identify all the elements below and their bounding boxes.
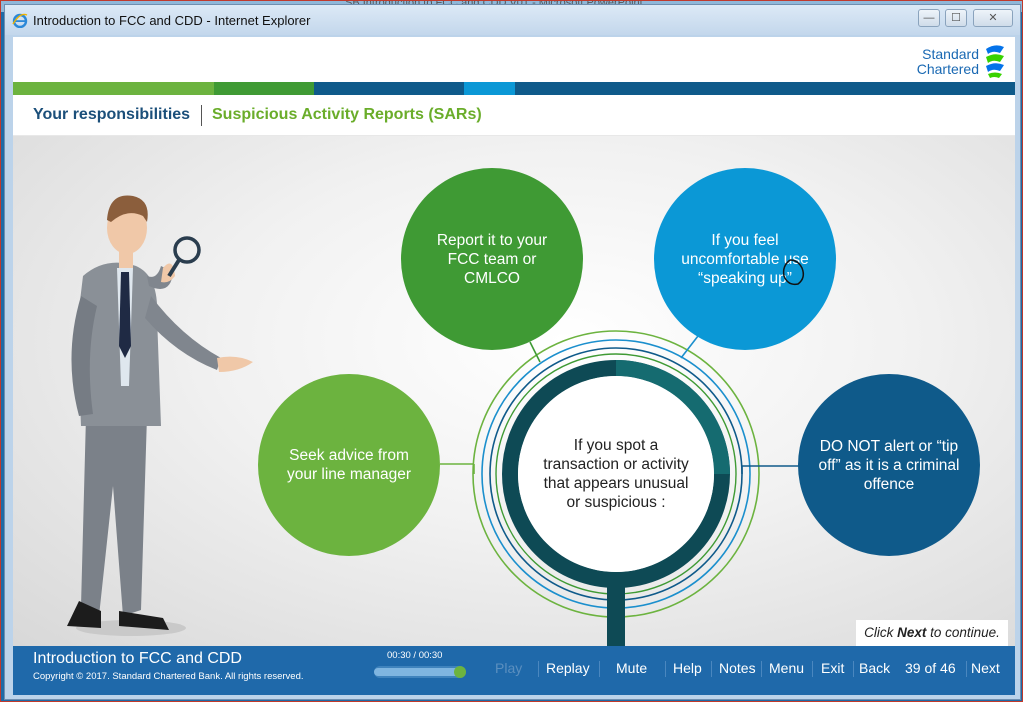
continue-prefix: Click xyxy=(864,625,898,640)
cursor-scribble-icon xyxy=(782,259,805,286)
window-title: Introduction to FCC and CDD - Internet E… xyxy=(33,13,311,28)
report-to-fcc-circle: Report it to your FCC team or CMLCO xyxy=(401,168,583,350)
course-title: Introduction to FCC and CDD xyxy=(33,650,242,667)
standard-chartered-logo-icon xyxy=(986,45,1004,78)
separator xyxy=(665,661,666,677)
separator xyxy=(761,661,762,677)
progress-knob[interactable] xyxy=(454,666,466,678)
progress-bar[interactable] xyxy=(374,666,466,678)
internet-explorer-icon xyxy=(12,13,28,28)
title-bar: Introduction to FCC and CDD - Internet E… xyxy=(5,5,1020,35)
logo-line-1: Standard xyxy=(922,46,979,62)
replay-button[interactable]: Replay xyxy=(546,660,590,676)
header-stripe-navy-right xyxy=(515,82,1015,95)
separator xyxy=(853,661,854,677)
businessman-illustration xyxy=(67,195,253,636)
center-prompt-text: If you spot a transaction or activity th… xyxy=(543,437,689,511)
progress-fill xyxy=(374,668,460,676)
menu-button[interactable]: Menu xyxy=(769,660,804,676)
separator xyxy=(599,661,600,677)
player-footer: Introduction to FCC and CDD Copyright © … xyxy=(13,646,1015,695)
play-button[interactable]: Play xyxy=(495,660,522,676)
header-stripe-green-light xyxy=(13,82,214,95)
close-button[interactable]: ✕ xyxy=(973,9,1013,27)
maximize-button[interactable]: ☐ xyxy=(945,9,967,27)
minimize-button[interactable]: — xyxy=(918,9,940,27)
close-icon: ✕ xyxy=(988,12,998,24)
course-header: Standard Chartered xyxy=(13,37,1015,83)
page-counter: 39 of 46 xyxy=(905,660,956,676)
slide-stage: Report it to your FCC team or CMLCO If y… xyxy=(13,136,1015,646)
course-player: Standard Chartered Your responsibilities… xyxy=(13,37,1015,695)
separator xyxy=(812,661,813,677)
notes-button[interactable]: Notes xyxy=(719,660,756,676)
seek-advice-text: Seek advice from your line manager xyxy=(286,447,412,483)
do-not-tip-off-text: DO NOT alert or “tip off” as it is a cri… xyxy=(818,437,960,493)
browser-window: Introduction to FCC and CDD - Internet E… xyxy=(4,4,1021,700)
report-to-fcc-text: Report it to your FCC team or CMLCO xyxy=(436,231,548,287)
header-stripe-green-dark xyxy=(214,82,314,95)
mute-button[interactable]: Mute xyxy=(616,660,647,676)
exit-button[interactable]: Exit xyxy=(821,660,844,676)
speaking-up-circle: If you feel uncomfortable use “speaking … xyxy=(654,168,836,350)
separator xyxy=(966,661,967,677)
maximize-icon: ☐ xyxy=(951,12,961,24)
header-stripe-blue xyxy=(464,82,515,95)
header-stripe-navy xyxy=(314,82,464,95)
continue-suffix: to continue. xyxy=(926,625,1000,640)
logo-line-2: Chartered xyxy=(916,61,979,77)
breadcrumb-divider xyxy=(201,105,202,126)
section-title: Your responsibilities xyxy=(33,106,191,123)
seek-advice-circle: Seek advice from your line manager xyxy=(258,374,440,556)
separator xyxy=(711,661,712,677)
separator xyxy=(538,661,539,677)
minimize-icon: — xyxy=(923,12,935,24)
logo-text: Standard Chartered xyxy=(909,47,979,77)
breadcrumb: Your responsibilities Suspicious Activit… xyxy=(13,95,1015,136)
back-button[interactable]: Back xyxy=(859,660,890,676)
continue-bold: Next xyxy=(897,625,927,640)
timer-readout: 00:30 / 00:30 xyxy=(387,650,443,661)
copyright-text: Copyright © 2017. Standard Chartered Ban… xyxy=(33,671,304,682)
next-button[interactable]: Next xyxy=(971,660,1000,676)
center-prompt: If you spot a transaction or activity th… xyxy=(533,406,699,542)
do-not-tip-off-circle: DO NOT alert or “tip off” as it is a cri… xyxy=(798,374,980,556)
center-stem xyxy=(607,576,625,646)
continue-prompt: Click Next to continue. xyxy=(856,620,1008,646)
help-button[interactable]: Help xyxy=(673,660,702,676)
page-title: Suspicious Activity Reports (SARs) xyxy=(212,106,482,123)
